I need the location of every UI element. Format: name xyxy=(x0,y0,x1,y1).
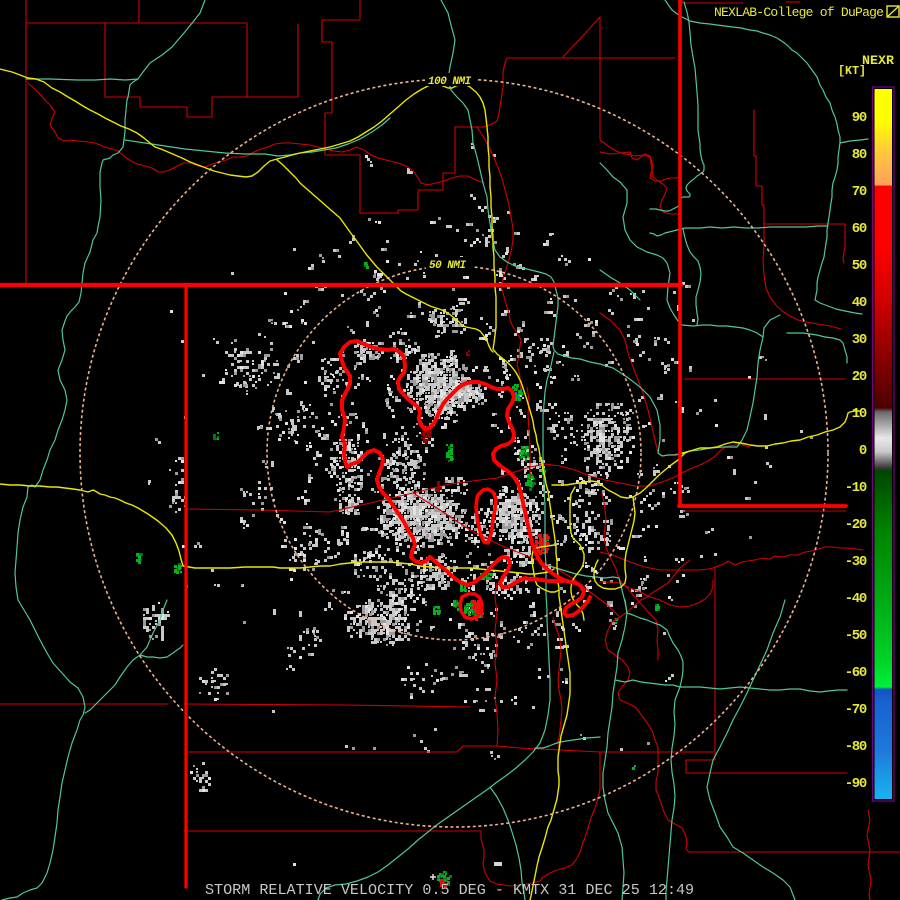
svg-text:NEXR: NEXR xyxy=(862,53,894,68)
svg-text:0: 0 xyxy=(859,443,867,459)
svg-text:70: 70 xyxy=(852,184,867,200)
svg-text:20: 20 xyxy=(852,369,867,385)
svg-text:-80: -80 xyxy=(845,739,867,755)
svg-text:-20: -20 xyxy=(845,517,867,533)
svg-text:80: 80 xyxy=(852,147,867,163)
svg-text:50 NMI: 50 NMI xyxy=(429,260,467,272)
svg-text:-70: -70 xyxy=(845,702,867,718)
svg-text:30: 30 xyxy=(852,332,867,348)
svg-text:50: 50 xyxy=(852,258,867,274)
svg-text:-60: -60 xyxy=(845,665,867,681)
svg-text:-10: -10 xyxy=(845,480,867,496)
svg-text:-30: -30 xyxy=(845,554,867,570)
svg-text:90: 90 xyxy=(852,110,867,126)
svg-text:-90: -90 xyxy=(845,776,867,792)
svg-text:100 NMI: 100 NMI xyxy=(428,76,472,88)
svg-text:10: 10 xyxy=(852,406,867,422)
svg-text:STORM RELATIVE VELOCITY 0.5 DE: STORM RELATIVE VELOCITY 0.5 DEG - KMTX 3… xyxy=(205,881,694,899)
svg-text:40: 40 xyxy=(852,295,867,311)
svg-text:[KT]: [KT] xyxy=(838,64,866,78)
svg-text:-40: -40 xyxy=(845,591,867,607)
svg-text:NEXLAB-College of DuPage: NEXLAB-College of DuPage xyxy=(714,5,883,20)
svg-text:60: 60 xyxy=(852,221,867,237)
svg-text:-50: -50 xyxy=(845,628,867,644)
